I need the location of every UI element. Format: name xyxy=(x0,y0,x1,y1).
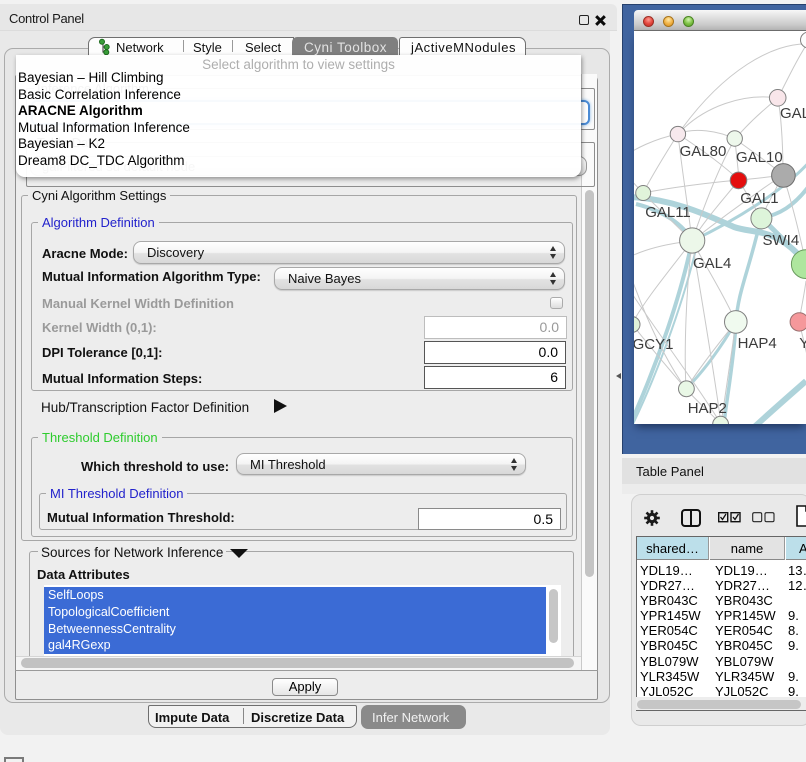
svg-text:GAL4: GAL4 xyxy=(693,255,731,272)
svg-text:GAL7: GAL7 xyxy=(780,105,806,122)
svg-text:SWI4: SWI4 xyxy=(763,232,800,249)
svg-text:GAL1: GAL1 xyxy=(740,190,778,207)
svg-text:HAP4: HAP4 xyxy=(738,335,777,352)
svg-text:GCY1: GCY1 xyxy=(634,336,673,353)
svg-text:GAL10: GAL10 xyxy=(736,149,783,166)
svg-text:GAL11: GAL11 xyxy=(645,204,691,221)
svg-text:HAP2: HAP2 xyxy=(688,400,727,417)
svg-text:GAL80: GAL80 xyxy=(680,143,727,160)
svg-text:Y: Y xyxy=(799,335,806,352)
